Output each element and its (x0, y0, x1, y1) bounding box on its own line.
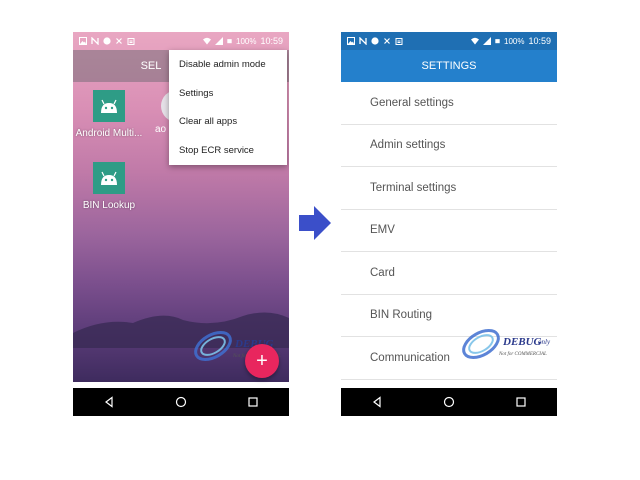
back-icon (105, 396, 113, 408)
wifi-icon (203, 37, 211, 45)
cross-icon (384, 38, 390, 44)
android-icon (93, 162, 125, 194)
watermark-logo (462, 329, 500, 359)
clipboard-icon (127, 38, 135, 45)
topbar-title: SEL (140, 60, 162, 72)
status-bar: 100% 10:59 (73, 32, 289, 50)
android-icon (93, 90, 125, 122)
image-icon (347, 37, 355, 45)
page-title: SETTINGS (421, 60, 477, 72)
signal-icon (483, 37, 491, 45)
n-notification-icon (359, 37, 367, 45)
overflow-menu: Disable admin mode Settings Clear all ap… (169, 50, 287, 165)
circle-icon (103, 37, 111, 45)
clock: 10:59 (260, 36, 283, 46)
app-android-multi[interactable]: Android Multi... (73, 90, 149, 139)
signal-icon (215, 37, 223, 45)
clock: 10:59 (528, 36, 551, 46)
partial-app-label: ao (155, 124, 167, 135)
settings-item-emv[interactable]: EMV (341, 210, 557, 252)
image-icon (79, 37, 87, 45)
left-phone-screen: 100% 10:59 SEL Android Multi... ao BIN L… (73, 32, 289, 416)
settings-item-card[interactable]: Card (341, 252, 557, 295)
settings-item-terminal[interactable]: Terminal settings (341, 167, 557, 210)
app-label: Android Multi... (75, 128, 143, 139)
settings-appbar: SETTINGS (341, 50, 557, 82)
home-icon (175, 396, 187, 408)
clipboard-icon (395, 38, 403, 45)
debug-watermark: DEBUG only Not for COMMERCIAL (459, 326, 557, 366)
watermark-subtext: Not for COMMERCIAL (499, 352, 547, 357)
battery-percent: 100% (236, 36, 257, 46)
battery-icon (227, 39, 232, 44)
recents-button[interactable] (233, 388, 273, 416)
menu-item-clear-apps[interactable]: Clear all apps (169, 108, 287, 137)
home-icon (443, 396, 455, 408)
back-button[interactable] (89, 388, 129, 416)
watermark-logo (194, 331, 232, 361)
home-button[interactable] (429, 388, 469, 416)
status-bar: 100% 10:59 (341, 32, 557, 50)
back-icon (373, 396, 381, 408)
cross-icon (116, 38, 122, 44)
recents-icon (516, 397, 526, 407)
battery-icon (495, 39, 500, 44)
watermark-only-text: only (538, 338, 551, 346)
settings-item-general[interactable]: General settings (341, 82, 557, 125)
app-label: BIN Lookup (82, 200, 136, 211)
menu-item-settings[interactable]: Settings (169, 79, 287, 108)
right-phone-screen: 100% 10:59 SETTINGS General settings Adm… (341, 32, 557, 416)
navigation-bar (341, 388, 557, 416)
navigation-bar (73, 388, 289, 416)
circle-icon (371, 37, 379, 45)
watermark-text: DEBUG (503, 336, 542, 348)
recents-icon (248, 397, 258, 407)
wifi-icon (471, 37, 479, 45)
battery-percent: 100% (504, 36, 525, 46)
back-button[interactable] (357, 388, 397, 416)
menu-item-stop-ecr[interactable]: Stop ECR service (169, 136, 287, 165)
menu-item-disable-admin[interactable]: Disable admin mode (169, 50, 287, 79)
recents-button[interactable] (501, 388, 541, 416)
n-notification-icon (91, 37, 99, 45)
right-arrow-icon (299, 206, 331, 240)
settings-item-admin[interactable]: Admin settings (341, 125, 557, 167)
home-button[interactable] (161, 388, 201, 416)
add-fab-button[interactable]: + (245, 344, 279, 378)
app-bin-lookup[interactable]: BIN Lookup (73, 162, 149, 211)
